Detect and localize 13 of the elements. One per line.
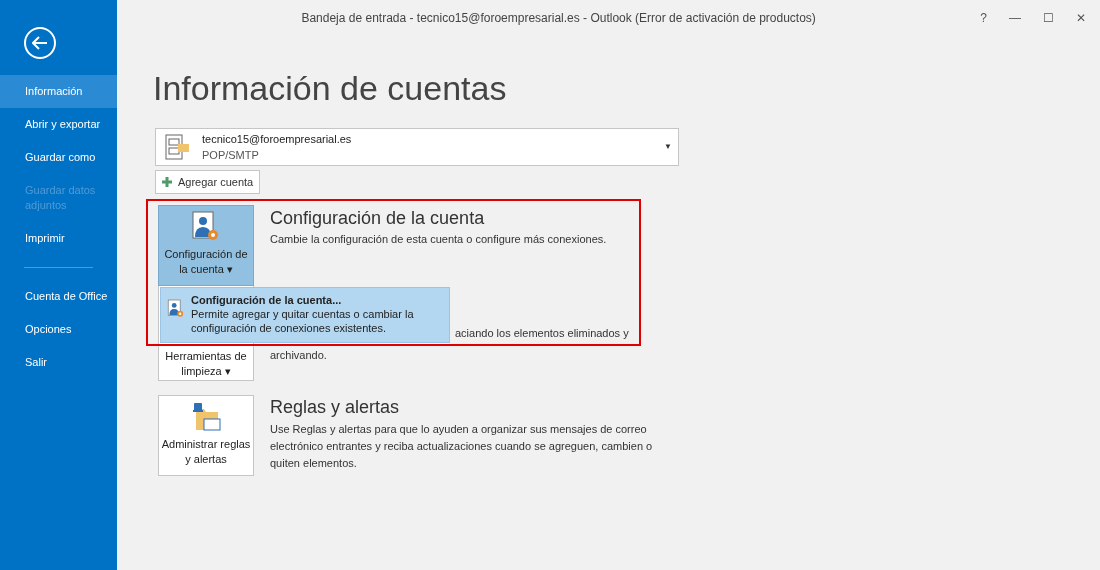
section-description: archivando. bbox=[270, 348, 328, 362]
section-title: Configuración de la cuenta bbox=[270, 207, 486, 230]
account-type: POP/SMTP bbox=[202, 148, 260, 163]
window-title: Bandeja de entrada - tecnico15@foroempresarial.es - Outlook (Error de activación de productos) bbox=[300, 10, 817, 27]
page-heading: Información de cuentas bbox=[153, 68, 508, 108]
menu-item-title: Configuración de la cuenta... bbox=[190, 293, 343, 307]
account-email: tecnico15@foroempresarial.es bbox=[202, 132, 352, 147]
section-title: Reglas y alertas bbox=[270, 396, 401, 419]
section-description: Cambie la configuración de esta cuenta o configure más conexiones. bbox=[270, 232, 607, 246]
section-description: Use Reglas y alertas para que lo ayuden a organizar sus mensajes de correo electrónico entrantes y reciba actualizaciones cuando se agreguen, cambien o quiten elementos. bbox=[270, 422, 654, 471]
section-description: aciando los elementos eliminados y bbox=[455, 326, 629, 340]
dropdown-caret: ▼ bbox=[664, 141, 672, 153]
menu-item-description: Permite agregar y quitar cuentas o cambiar la configuración de conexiones existentes. bbox=[190, 307, 415, 335]
